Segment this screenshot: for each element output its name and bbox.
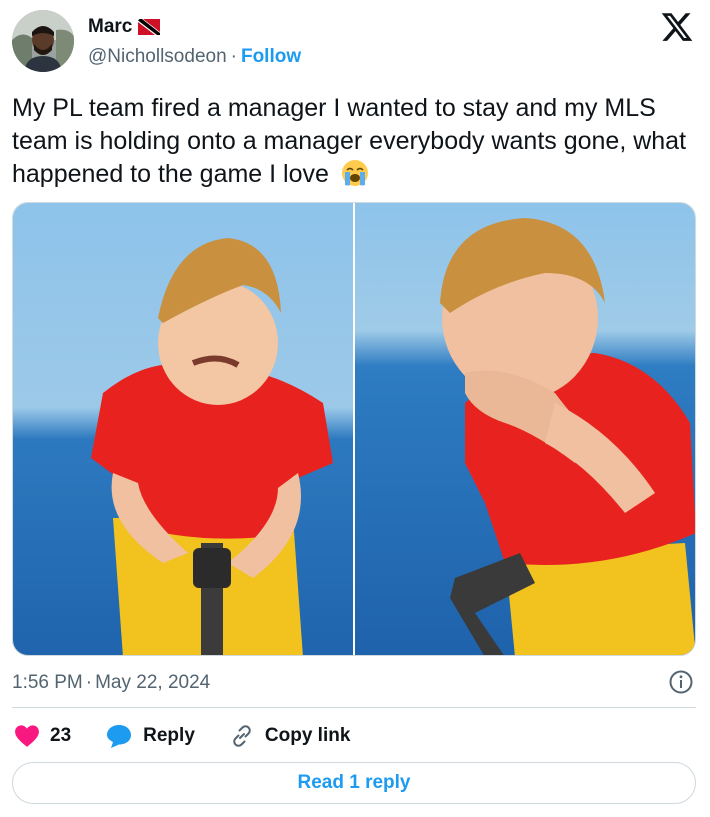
link-icon: [233, 725, 251, 747]
divider: [12, 707, 696, 708]
timestamp-separator: ·: [85, 672, 93, 693]
handle-separator: ·: [230, 46, 237, 67]
tweet-header: Marc @Nichollsodeon · Follow: [12, 10, 698, 72]
tweet-media[interactable]: [12, 202, 696, 656]
x-logo-icon[interactable]: [660, 10, 694, 44]
tweet-timestamp[interactable]: 1:56 PM · May 22, 2024: [12, 672, 210, 694]
crying-boy-photo-left[interactable]: [13, 203, 353, 655]
author-name-row: Marc: [88, 16, 161, 38]
reply-label: Reply: [143, 725, 195, 746]
tweet-text: My PL team fired a manager I wanted to s…: [12, 92, 702, 191]
heart-icon: [15, 725, 39, 747]
like-button[interactable]: 23: [14, 724, 71, 748]
tweet-date: May 22, 2024: [95, 672, 211, 693]
action-bar: 23 Reply Copy link: [14, 722, 384, 750]
trinidad-flag-icon: [138, 19, 161, 35]
tweet-time: 1:56 PM: [12, 672, 83, 693]
author-handle-row: @Nichollsodeon · Follow: [88, 46, 301, 68]
follow-link[interactable]: Follow: [241, 46, 301, 67]
info-icon[interactable]: [668, 669, 694, 695]
avatar[interactable]: [12, 10, 74, 72]
like-count: 23: [50, 725, 72, 746]
author-name[interactable]: Marc: [88, 16, 132, 38]
crying-boy-photo-right[interactable]: [353, 203, 695, 655]
copy-link-button[interactable]: Copy link: [229, 723, 351, 749]
reply-bubble-icon: [107, 725, 132, 748]
reply-button[interactable]: Reply: [105, 723, 195, 749]
read-reply-label: Read 1 reply: [297, 772, 411, 793]
read-reply-button[interactable]: Read 1 reply: [12, 762, 696, 804]
copy-link-label: Copy link: [264, 725, 351, 746]
loudly-crying-face-icon: [340, 158, 370, 188]
author-handle[interactable]: @Nichollsodeon: [88, 46, 227, 67]
